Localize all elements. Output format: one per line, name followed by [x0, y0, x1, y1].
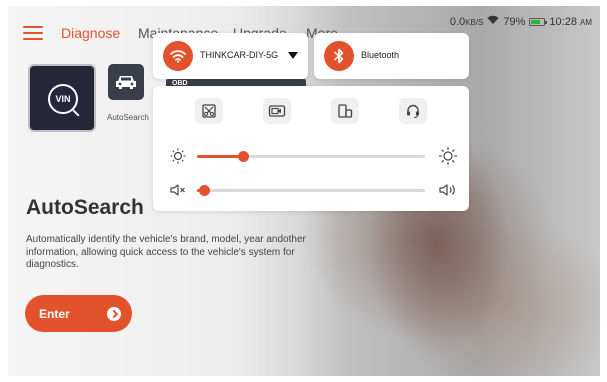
volume-mute-icon [168, 180, 188, 200]
network-speed-unit: KB/S [465, 17, 484, 27]
network-speed: 0.0KB/S [450, 16, 484, 28]
enter-button[interactable]: Enter [25, 295, 132, 332]
page-title: AutoSearch [26, 196, 144, 219]
brightness-low-icon [168, 146, 188, 166]
page-description: Automatically identify the vehicle's bra… [26, 234, 306, 270]
bluetooth-toggle[interactable] [324, 41, 354, 71]
status-bar: 0.0KB/S 79% 10:28 AM [450, 15, 592, 28]
volume-slider-handle[interactable] [198, 185, 210, 196]
screenshot-button[interactable] [195, 98, 223, 124]
wifi-icon [170, 50, 186, 63]
controls-card [153, 86, 469, 211]
menu-icon[interactable] [23, 26, 43, 40]
clock-time: 10:28 [549, 15, 577, 28]
autosearch-tile[interactable] [108, 64, 144, 100]
wifi-network-name: THINKCAR-DIY-5G [200, 50, 279, 60]
support-headset-icon [407, 104, 419, 119]
network-speed-value: 0.0 [449, 15, 466, 28]
clock: 10:28 AM [549, 16, 592, 28]
battery-icon [529, 17, 548, 26]
vin-tile[interactable]: VIN [28, 64, 96, 132]
autosearch-caption: AutoSearch [107, 113, 149, 122]
tab-diagnose[interactable]: Diagnose [61, 25, 120, 41]
vin-icon: VIN [48, 84, 78, 114]
battery-level: 79% [503, 15, 526, 28]
brightness-slider-handle[interactable] [237, 151, 249, 162]
rotate-screen-icon [338, 104, 353, 118]
bluetooth-icon [334, 48, 344, 64]
chevron-down-icon[interactable] [288, 52, 298, 59]
brightness-slider[interactable] [197, 151, 425, 162]
enter-button-label: Enter [39, 306, 70, 321]
brightness-high-icon [438, 146, 458, 166]
clock-ampm: AM [580, 17, 592, 27]
volume-slider[interactable] [197, 185, 425, 196]
screenshot-icon [202, 104, 216, 118]
volume-icon [438, 180, 458, 200]
arrow-right-icon [107, 307, 121, 321]
wifi-status-icon [487, 15, 499, 28]
support-button[interactable] [399, 98, 427, 124]
screen-record-icon [268, 105, 286, 117]
screen-record-button[interactable] [263, 98, 291, 124]
wifi-card[interactable]: THINKCAR-DIY-5G [153, 33, 308, 79]
wifi-toggle[interactable] [163, 41, 193, 71]
car-icon [116, 76, 136, 89]
bluetooth-card[interactable]: Bluetooth [314, 33, 469, 79]
rotate-screen-button[interactable] [331, 98, 359, 124]
bluetooth-label: Bluetooth [361, 50, 400, 60]
tablet-screen: Diagnose Maintenance Upgrade More 0.0KB/… [8, 6, 600, 376]
brightness-slider-fill [197, 155, 243, 158]
